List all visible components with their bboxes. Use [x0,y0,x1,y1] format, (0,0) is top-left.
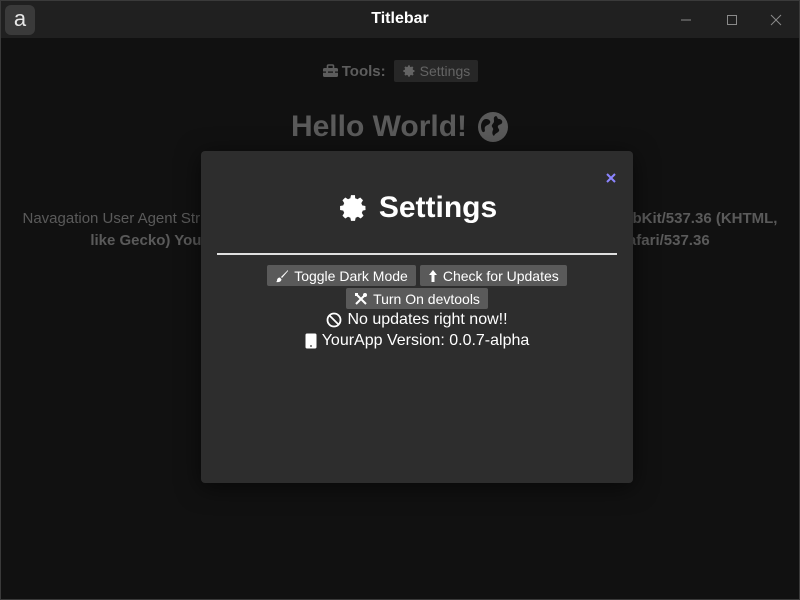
modal-title-text: Settings [378,191,498,224]
devtools-label: Turn On devtools [373,290,480,307]
app-version: YourApp Version: 0.0.7-alpha [201,332,633,350]
ban-icon [327,312,342,328]
toggle-dark-mode-label: Toggle Dark Mode [294,267,408,284]
paintbrush-icon [276,269,289,282]
close-icon [606,173,616,183]
check-updates-label: Check for Updates [442,267,559,284]
app-window: a Titlebar Tools: Settings Hello World! … [0,0,800,600]
tools-icon [355,292,368,305]
update-status-text: No updates right now!! [347,311,508,328]
modal-close-button[interactable] [602,169,620,187]
toggle-dark-mode-button[interactable]: Toggle Dark Mode [267,265,416,286]
maximize-button[interactable] [709,1,755,38]
modal-button-row-2: Turn On devtools [201,288,633,309]
tablet-icon [305,333,317,349]
modal-title: Settings [201,191,633,225]
minimize-icon [681,19,691,20]
devtools-button[interactable]: Turn On devtools [346,288,488,309]
gear-icon [339,195,366,221]
titlebar[interactable]: a Titlebar [1,1,799,38]
app-version-text: YourApp Version: 0.0.7-alpha [321,332,530,349]
update-status: No updates right now!! [201,311,633,329]
modal-divider [217,253,617,255]
settings-modal: Settings Toggle Dark Mode Check for Upda… [201,151,633,483]
modal-button-row: Toggle Dark Mode Check for Updates [201,265,633,286]
close-icon [770,14,782,25]
check-updates-button[interactable]: Check for Updates [419,265,567,286]
close-window-button[interactable] [753,1,799,38]
maximize-icon [727,14,737,25]
minimize-button[interactable] [663,1,709,38]
arrow-up-icon [428,269,437,282]
